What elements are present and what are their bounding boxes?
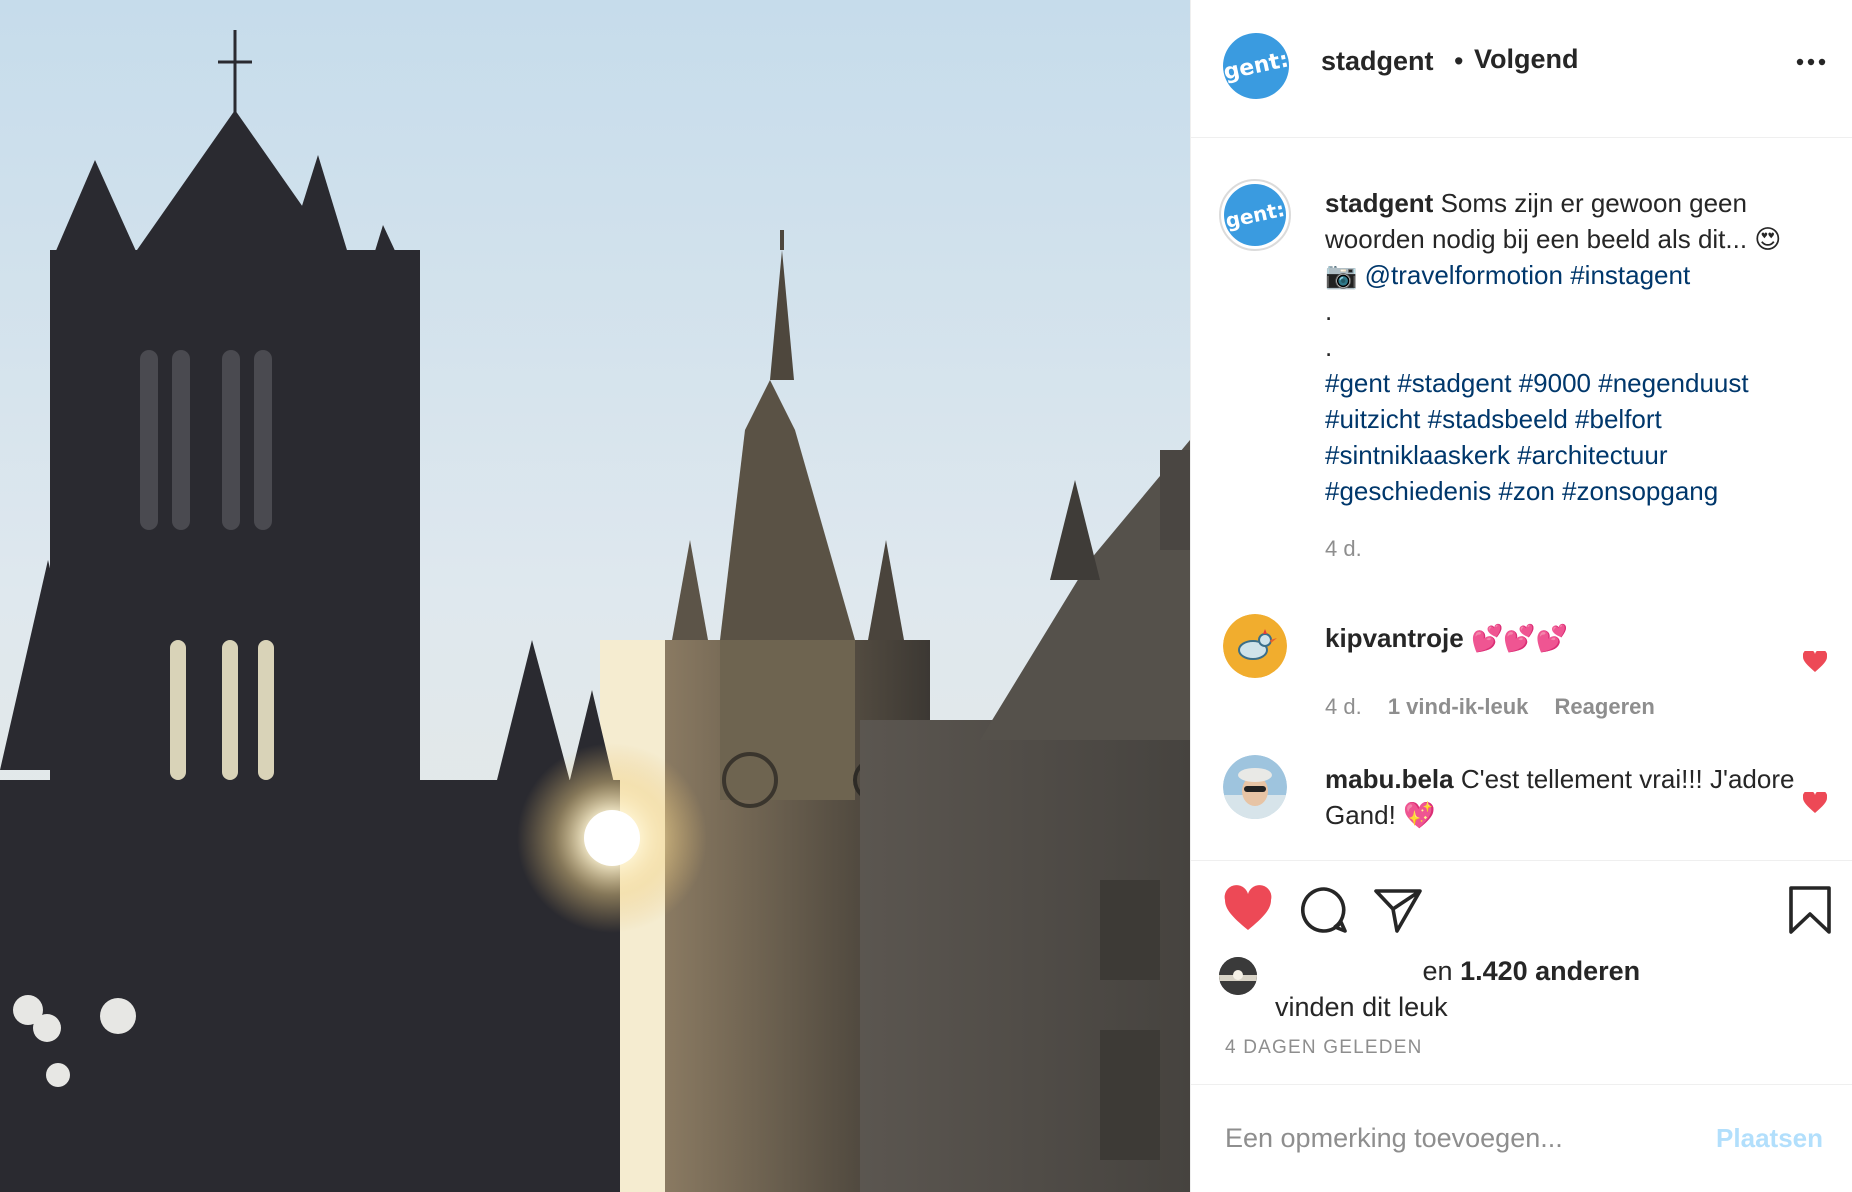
- ghent-skyline-photo: [0, 0, 1190, 1192]
- comment-input[interactable]: Een opmerking toevoegen...: [1225, 1123, 1563, 1154]
- comment-like-heart-icon[interactable]: [1803, 651, 1827, 673]
- author-avatar-logo: gent:: [1221, 46, 1291, 86]
- comment-bubble-icon[interactable]: [1299, 885, 1349, 935]
- hashtags-line-4[interactable]: #geschiedenis #zon #zonsopgang: [1325, 476, 1718, 506]
- post-photo[interactable]: [0, 0, 1190, 1192]
- comment-body: kipvantroje 💕💕💕: [1325, 620, 1795, 656]
- liker-avatar[interactable]: [1219, 957, 1257, 995]
- likes-count[interactable]: 1.420 anderen: [1460, 956, 1640, 986]
- caption-text-line2: woorden nodig bij een beeld als dit... 😍: [1325, 224, 1782, 254]
- comment-meta: 4 d. 1 vind-ik-leuk Reageren: [1325, 694, 1675, 720]
- post-header: gent: stadgent • Volgend: [1191, 0, 1852, 138]
- comments-section: gent: stadgent Soms zijn er gewoon geen …: [1191, 139, 1852, 859]
- post-actions: en 1.420 anderen vinden dit leuk 4 DAGEN…: [1191, 860, 1852, 1084]
- caption-text-line1: Soms zijn er gewoon geen: [1440, 188, 1747, 218]
- comment-reply-button[interactable]: Reageren: [1555, 694, 1655, 719]
- caption-dot-2: .: [1325, 332, 1333, 362]
- post-side-panel: gent: stadgent • Volgend gent: stadgent …: [1190, 0, 1852, 1192]
- comment-text: 💕💕💕: [1470, 623, 1569, 653]
- hashtags-line-2[interactable]: #uitzicht #stadsbeeld #belfort: [1325, 404, 1662, 434]
- add-comment-bar: Een opmerking toevoegen... Plaatsen: [1191, 1084, 1852, 1192]
- caption-avatar-logo: gent:: [1223, 197, 1287, 233]
- liker-name-redacted[interactable]: [1275, 956, 1415, 980]
- commenter-avatar[interactable]: [1223, 755, 1287, 819]
- heart-filled-icon[interactable]: [1223, 885, 1273, 935]
- caption-dot-1: .: [1325, 296, 1333, 326]
- header-separator-dot: •: [1454, 46, 1464, 76]
- likes-suffix: vinden dit leuk: [1275, 992, 1448, 1022]
- ellipsis-icon[interactable]: [1791, 42, 1831, 82]
- comment-timestamp[interactable]: 4 d.: [1325, 694, 1362, 719]
- camera-emoji: 📷: [1325, 260, 1358, 290]
- caption-author-avatar[interactable]: gent:: [1218, 178, 1292, 252]
- instagram-post-page: gent: stadgent • Volgend gent: stadgent …: [0, 0, 1852, 1192]
- comment-username[interactable]: kipvantroje: [1325, 623, 1464, 653]
- comment-like-heart-icon[interactable]: [1803, 792, 1827, 814]
- post-caption: stadgent Soms zijn er gewoon geen woorde…: [1325, 185, 1830, 509]
- bookmark-icon[interactable]: [1787, 885, 1833, 935]
- likes-connector: en: [1422, 956, 1453, 986]
- post-comment-button[interactable]: Plaatsen: [1716, 1123, 1823, 1154]
- hashtag-instagent[interactable]: #instagent: [1570, 260, 1690, 290]
- hashtags-line-1[interactable]: #gent #stadgent #9000 #negenduust: [1325, 368, 1749, 398]
- caption-timestamp[interactable]: 4 d.: [1325, 536, 1362, 562]
- paper-plane-icon[interactable]: [1373, 885, 1423, 935]
- author-username[interactable]: stadgent: [1321, 46, 1434, 77]
- mention-link[interactable]: @travelformotion: [1365, 260, 1563, 290]
- comment-likes-count[interactable]: 1 vind-ik-leuk: [1388, 694, 1529, 719]
- following-button[interactable]: Volgend: [1474, 44, 1579, 75]
- commenter-avatar[interactable]: [1223, 614, 1287, 678]
- post-date[interactable]: 4 DAGEN GELEDEN: [1225, 1037, 1423, 1059]
- comment-username[interactable]: mabu.bela: [1325, 764, 1454, 794]
- comment-body: mabu.bela C'est tellement vrai!!! J'ador…: [1325, 761, 1795, 833]
- caption-username[interactable]: stadgent: [1325, 188, 1433, 218]
- author-avatar[interactable]: gent:: [1216, 26, 1296, 106]
- hashtags-line-3[interactable]: #sintniklaaskerk #architectuur: [1325, 440, 1668, 470]
- likes-text: en 1.420 anderen vinden dit leuk: [1275, 953, 1815, 1025]
